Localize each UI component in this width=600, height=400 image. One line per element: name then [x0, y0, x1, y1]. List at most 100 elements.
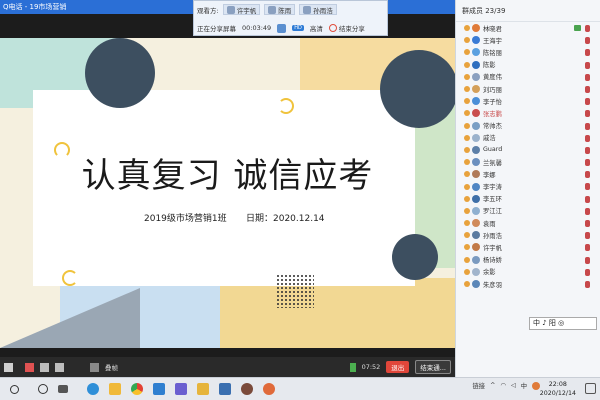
- list-item[interactable]: 戚浩: [456, 132, 600, 144]
- avatar: [472, 109, 480, 118]
- quality-label[interactable]: 高清: [310, 23, 323, 33]
- member-name: 陈铭丽: [483, 49, 502, 57]
- whiteboard-icon[interactable]: [55, 362, 64, 372]
- edge-icon[interactable]: [87, 383, 99, 395]
- member-status-icon: [464, 25, 470, 32]
- list-item[interactable]: 李子怡: [456, 95, 600, 107]
- speaker-icon[interactable]: [277, 23, 287, 33]
- apps-icon[interactable]: [219, 383, 231, 395]
- mic-muted-icon: [585, 110, 590, 118]
- wifi-icon[interactable]: ◠: [500, 382, 506, 389]
- viewer-tab[interactable]: 许宇帆: [222, 4, 261, 15]
- avatar: [472, 24, 480, 33]
- page-label[interactable]: 叠帧: [105, 362, 118, 372]
- shared-screen-area: 认真复习 诚信应考 2019级市场营销1班 日期：2020.12.14: [0, 14, 455, 357]
- cortana-icon[interactable]: [38, 384, 48, 394]
- member-name: 刘巧丽: [483, 86, 502, 94]
- avatar: [472, 145, 480, 154]
- viewer-tab[interactable]: 陈雨: [264, 4, 296, 15]
- avatar-app-icon[interactable]: [241, 383, 253, 395]
- app-icon[interactable]: [175, 383, 187, 395]
- end-call-button[interactable]: 结束通...: [415, 360, 451, 374]
- list-item[interactable]: 常帅杰: [456, 120, 600, 132]
- member-panel-header: 群成员 23/39: [456, 0, 600, 22]
- folder-icon[interactable]: [197, 383, 209, 395]
- task-view-icon[interactable]: [58, 385, 68, 393]
- mic-muted-icon: [585, 37, 590, 45]
- list-item[interactable]: 李娜: [456, 168, 600, 180]
- mic-muted-icon: [585, 183, 590, 191]
- avatar: [472, 267, 480, 276]
- member-status-icon: [464, 86, 470, 93]
- chrome-icon[interactable]: [131, 383, 143, 395]
- exit-button[interactable]: 退出: [386, 361, 410, 373]
- list-item[interactable]: 李宇涛: [456, 180, 600, 192]
- mic-muted-icon: [585, 61, 590, 69]
- list-item[interactable]: 王海宇: [456, 34, 600, 46]
- list-item[interactable]: 朱彦羽: [456, 278, 600, 290]
- media-icon[interactable]: [263, 383, 275, 395]
- search-icon[interactable]: [10, 384, 19, 394]
- avatar: [472, 231, 480, 240]
- notification-icon[interactable]: [585, 383, 596, 394]
- mic-muted-icon: [585, 256, 590, 264]
- tray-link[interactable]: 链接: [472, 381, 485, 390]
- viewer-tab[interactable]: 孙雨浩: [299, 4, 337, 15]
- member-status-icon: [464, 171, 470, 178]
- explorer-icon[interactable]: [109, 383, 121, 395]
- avatar: [472, 158, 480, 167]
- volume-icon[interactable]: ◁: [511, 382, 516, 389]
- speaker-icon[interactable]: [4, 362, 13, 372]
- member-name: 陈影: [483, 62, 496, 70]
- member-status-icon: [464, 183, 470, 190]
- slide-ring-bottom: [62, 270, 78, 286]
- quality-badge[interactable]: HD: [292, 25, 304, 31]
- tray-chevron-icon[interactable]: ^: [490, 382, 495, 389]
- mic-muted-icon: [585, 146, 590, 154]
- slide-shape-grey-triangle: [0, 288, 140, 348]
- list-item[interactable]: 罗江江: [456, 205, 600, 217]
- member-name: 罗江江: [483, 208, 502, 216]
- avatar: [472, 121, 480, 130]
- share-timer: 00:03:49: [242, 24, 272, 32]
- list-item[interactable]: 李五环: [456, 193, 600, 205]
- member-list[interactable]: 林晓君 王海宇陈铭丽陈影 黄度伟刘巧丽 李子怡 张志鹏 常帅杰 戚浩 Guard 兰氛馨 李娜 李宇…: [456, 22, 600, 290]
- list-item[interactable]: 许宇帆: [456, 241, 600, 253]
- list-item[interactable]: 黄度伟: [456, 71, 600, 83]
- viewer-label: 观看方:: [197, 6, 219, 15]
- mic-muted-icon: [585, 232, 590, 240]
- list-item[interactable]: 陈铭丽: [456, 46, 600, 58]
- ime-toolbar[interactable]: 中 ♪ 阳 ◎: [529, 317, 597, 330]
- call-control-bar: 叠帧 07:52 退出 结束通...: [0, 357, 455, 377]
- ime-lang[interactable]: 中: [521, 381, 527, 390]
- presentation-slide: 认真复习 诚信应考 2019级市场营销1班 日期：2020.12.14: [0, 38, 455, 348]
- list-item[interactable]: 陈影: [456, 59, 600, 71]
- camera-icon[interactable]: [25, 362, 34, 372]
- list-item[interactable]: 刘巧丽: [456, 83, 600, 95]
- list-item[interactable]: 袁雨: [456, 217, 600, 229]
- camera-on-icon: [574, 25, 581, 31]
- member-name: 孙雨浩: [483, 232, 502, 240]
- mic-muted-icon: [585, 159, 590, 167]
- mic-muted-icon: [585, 268, 590, 276]
- list-item[interactable]: 林晓君: [456, 22, 600, 34]
- clock[interactable]: 22:08 2020/12/14: [540, 380, 576, 398]
- list-item[interactable]: 兰氛馨: [456, 156, 600, 168]
- list-item[interactable]: 余影: [456, 266, 600, 278]
- avatar: [226, 5, 235, 14]
- list-item[interactable]: 孙雨浩: [456, 229, 600, 241]
- slide-circle-right: [380, 50, 455, 128]
- mic-muted-icon: [585, 207, 590, 215]
- clock-time: 22:08: [548, 381, 567, 388]
- mic-muted-icon: [585, 171, 590, 179]
- stop-share-button[interactable]: 结束分享: [328, 23, 365, 33]
- mail-icon[interactable]: [153, 383, 165, 395]
- list-item[interactable]: 杨诗娇: [456, 254, 600, 266]
- list-item[interactable]: 张志鹏: [456, 107, 600, 119]
- layout-icon[interactable]: [90, 362, 99, 372]
- list-item[interactable]: Guard: [456, 144, 600, 156]
- member-name: 李五环: [483, 196, 502, 204]
- screen-share-icon[interactable]: [40, 362, 49, 372]
- avatar: [472, 219, 480, 228]
- mic-muted-icon: [585, 244, 590, 252]
